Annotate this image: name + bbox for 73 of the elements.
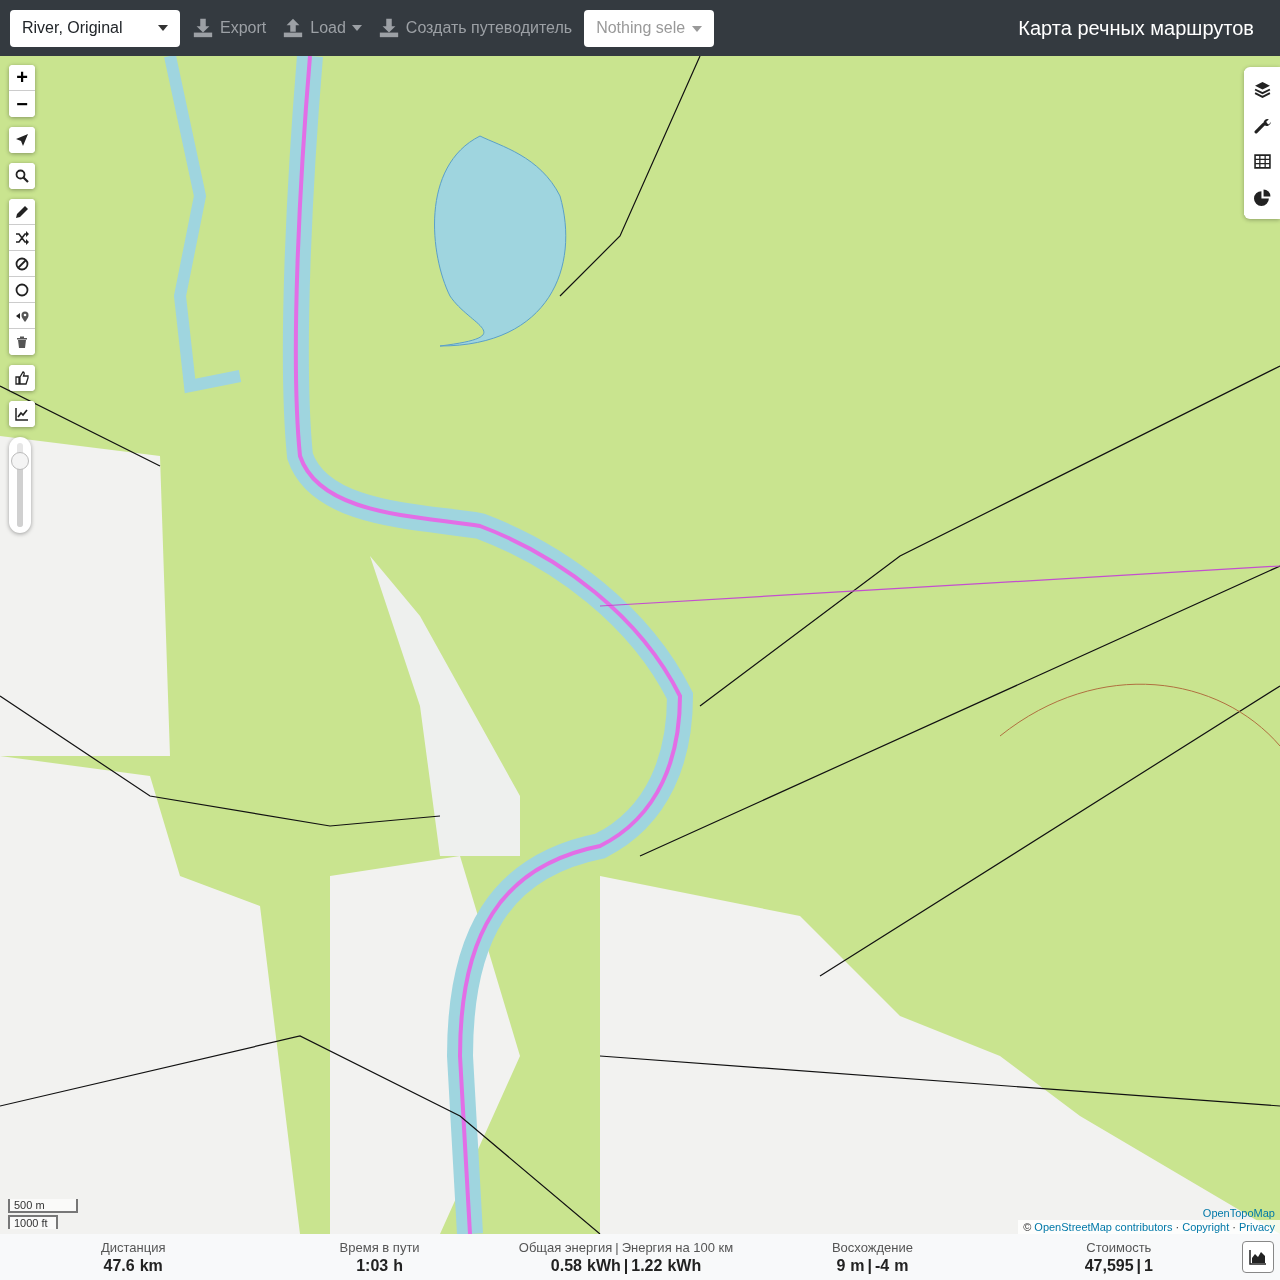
wrench-icon (1253, 116, 1271, 134)
stat-value: 47,595 (1084, 1256, 1134, 1275)
stat-value: -4 (875, 1256, 890, 1275)
navigation-arrow-icon (15, 133, 29, 147)
stat-label: Восхождение (831, 1239, 913, 1255)
stat-unit: kWh (667, 1256, 702, 1275)
copyright-symbol: © (1023, 1221, 1032, 1233)
pie-chart-icon (1253, 188, 1271, 206)
circle-button[interactable] (9, 277, 35, 303)
prohibited-button[interactable] (9, 251, 35, 277)
scale-bar-label: 500 m (8, 1199, 78, 1213)
separator-dot: · (1175, 1221, 1180, 1233)
stat-value: 0.58 (550, 1256, 582, 1275)
stat-value: 1 (1144, 1256, 1153, 1275)
dropdown-button[interactable]: Load (278, 17, 366, 39)
value-separator: | (1136, 1256, 1142, 1275)
shuffle-icon (15, 230, 29, 245)
stat-unit: km (139, 1256, 163, 1275)
stat-unit: kWh (587, 1256, 621, 1275)
search-button[interactable] (9, 163, 35, 189)
line-chart-icon (15, 407, 29, 421)
download-icon (192, 17, 214, 39)
caret-icon (692, 25, 703, 32)
stat-value: 1:03 (356, 1256, 389, 1275)
profile-dropdown[interactable]: River, Original (10, 9, 180, 47)
stat-value: 47.6 (103, 1256, 135, 1275)
elevation-chart-button[interactable] (1242, 1241, 1275, 1273)
thumbs-up-icon (15, 371, 29, 385)
upload-icon (282, 17, 305, 39)
value-separator: | (623, 1256, 629, 1275)
toolbar-button[interactable]: Создать путеводитель (373, 17, 577, 39)
stat-value: 1.22 (631, 1256, 663, 1275)
attribution-link[interactable]: Copyright (1182, 1221, 1230, 1233)
attribution-link[interactable]: Privacy (1238, 1221, 1275, 1233)
pencil-button[interactable] (9, 199, 35, 225)
toolbar-button[interactable]: Export (188, 17, 271, 39)
stat-unit: m (894, 1256, 909, 1275)
prohibited-icon (15, 256, 29, 271)
trash-button[interactable] (9, 329, 35, 355)
layers-icon (1253, 80, 1271, 98)
app-title: Карта речных маршрутов (1018, 16, 1255, 40)
value-separator: | (867, 1256, 872, 1275)
pencil-icon (15, 204, 29, 219)
separator-dot: · (1232, 1221, 1236, 1233)
search-icon (15, 169, 29, 183)
label-separator: | (615, 1239, 619, 1255)
zoom-out-button[interactable]: − (9, 91, 35, 117)
map-pin-button[interactable] (9, 303, 35, 329)
attribution-link[interactable]: OpenTopoMap (1197, 1206, 1280, 1220)
area-chart-icon (1249, 1249, 1268, 1265)
scale-bar-label: 1000 ft (8, 1215, 58, 1229)
trash-icon (15, 335, 29, 349)
zoom-in-button[interactable]: + (9, 65, 35, 91)
stat-unit: h (393, 1256, 403, 1275)
stat-value: 9 (836, 1256, 846, 1275)
attribution-link[interactable]: OpenStreetMap contributors (1034, 1221, 1173, 1233)
stat-unit: m (850, 1256, 865, 1275)
download-icon (377, 17, 400, 39)
stat-label: Стоимость (1086, 1239, 1152, 1255)
circle-icon (15, 282, 29, 297)
caret-icon (158, 25, 168, 31)
shuffle-button[interactable] (9, 225, 35, 251)
selection-dropdown[interactable]: Nothing sele (584, 9, 715, 47)
opacity-slider[interactable] (9, 437, 31, 533)
navigation-arrow-button[interactable] (9, 127, 35, 153)
thumbs-up-button[interactable] (9, 365, 35, 391)
stat-label: Дистанция (100, 1239, 166, 1255)
stat-label: Общая энергия (518, 1239, 613, 1255)
stat-label: Время в пути (339, 1239, 420, 1255)
stat-label: Энергия на 100 км (621, 1239, 734, 1255)
table-icon (1253, 152, 1271, 170)
slider-thumb[interactable] (11, 452, 29, 471)
line-chart-button[interactable] (9, 401, 35, 427)
